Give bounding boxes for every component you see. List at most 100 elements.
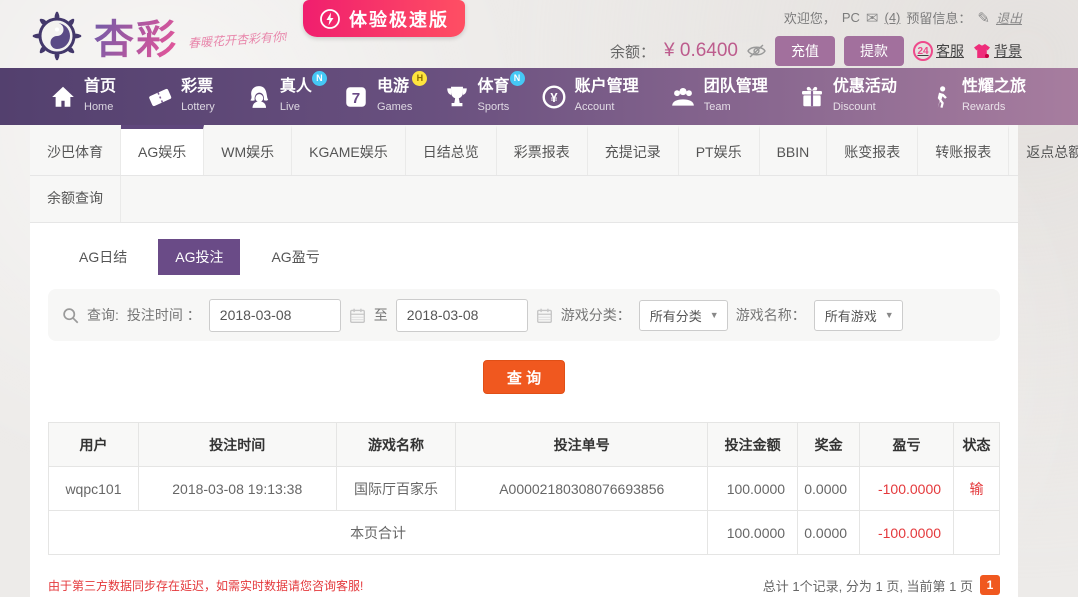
page-header: 杏彩 春暖花开杏彩有你! 体验极速版 欢迎您， PC ✉ (4) 预留信息： ✎… bbox=[0, 0, 1078, 68]
live-dealer-icon bbox=[250, 85, 269, 108]
subtab-ag-profit[interactable]: AG盈亏 bbox=[254, 239, 336, 275]
speed-version-ribbon[interactable]: 体验极速版 bbox=[303, 0, 465, 37]
bet-report-table: 用户 投注时间 游戏名称 投注单号 投注金额 奖金 盈亏 状态 wqpc101 … bbox=[47, 422, 1000, 555]
tab-wm-entertainment[interactable]: WM娱乐 bbox=[204, 125, 293, 175]
nav-item-home[interactable]: 首页 Home bbox=[50, 78, 116, 115]
nav-item-team[interactable]: 团队管理 Team bbox=[670, 78, 768, 115]
logout-link[interactable]: 退出 bbox=[996, 8, 1022, 27]
tab-pt-entertainment[interactable]: PT娱乐 bbox=[679, 125, 760, 175]
welcome-text: 欢迎您， bbox=[783, 11, 836, 26]
welcome-bar: 欢迎您， PC ✉ (4) 预留信息： ✎ 退出 bbox=[610, 8, 1022, 27]
ag-subtabs: AG日结 AG投注 AG盈亏 bbox=[62, 239, 1018, 275]
report-tabs-row1: 沙巴体育 AG娱乐 WM娱乐 KGAME娱乐 日结总览 彩票报表 充提记录 PT… bbox=[30, 125, 1078, 176]
date-to-input[interactable] bbox=[395, 298, 528, 332]
delay-notice: 由于第三方数据同步存在延迟，如需实时数据请您咨询客服! bbox=[48, 578, 364, 593]
nav-label: 首页 bbox=[84, 78, 117, 96]
svg-text:7: 7 bbox=[352, 89, 360, 106]
col-status: 状态 bbox=[953, 422, 1000, 467]
nav-item-lottery[interactable]: 彩票 Lottery bbox=[147, 78, 215, 115]
table-row: wqpc101 2018-03-08 19:13:38 国际厅百家乐 A0000… bbox=[48, 466, 1000, 511]
nav-item-live[interactable]: 真人 N Live bbox=[246, 71, 327, 115]
cell-status: 输 bbox=[953, 466, 1000, 511]
subtab-ag-bets[interactable]: AG投注 bbox=[158, 239, 241, 275]
nav-label: 真人 bbox=[279, 78, 312, 96]
eye-off-icon[interactable] bbox=[747, 44, 766, 58]
table-total-row: 本页合计 100.0000 0.0000 -100.0000 bbox=[47, 510, 1000, 555]
col-bet-amount: 投注金额 bbox=[707, 422, 799, 467]
chevron-down-icon: ▼ bbox=[709, 310, 719, 320]
edit-icon[interactable]: ✎ bbox=[977, 9, 990, 27]
table-footer: 由于第三方数据同步存在延迟，如需实时数据请您咨询客服! 总计 1个记录, 分为 … bbox=[48, 575, 1000, 595]
cell-user: wqpc101 bbox=[48, 466, 139, 511]
pagination: 总计 1个记录, 分为 1 页, 当前第 1 页 1 bbox=[763, 575, 1000, 595]
tab-daily-overview[interactable]: 日结总览 bbox=[406, 125, 497, 175]
calendar-icon[interactable] bbox=[349, 307, 366, 324]
recharge-button[interactable]: 充值 bbox=[775, 36, 835, 66]
background-link[interactable]: 背景 bbox=[973, 41, 1022, 61]
date-from-input[interactable] bbox=[208, 298, 341, 332]
col-order-number: 投注单号 bbox=[455, 422, 709, 467]
content-panel: 沙巴体育 AG娱乐 WM娱乐 KGAME娱乐 日结总览 彩票报表 充提记录 PT… bbox=[30, 125, 1078, 597]
tab-deposit-record[interactable]: 充提记录 bbox=[588, 125, 679, 175]
game-name-select[interactable]: 所有游戏 ▼ bbox=[813, 299, 903, 331]
nav-item-discount[interactable]: 优惠活动 Discount bbox=[799, 78, 897, 115]
tab-rebate-total[interactable]: 返点总额 bbox=[1009, 125, 1078, 175]
tab-lottery-report[interactable]: 彩票报表 bbox=[497, 125, 588, 175]
search-bar: 查询: 投注时间 ： 至 游戏分类： 所有分类 ▼ 游戏名称： 所有游戏 ▼ bbox=[48, 289, 1000, 341]
search-icon bbox=[63, 307, 79, 323]
team-icon bbox=[671, 87, 694, 106]
mail-count-link[interactable]: (4) bbox=[885, 10, 901, 25]
tab-balance-query[interactable]: 余额查询 bbox=[30, 176, 121, 222]
game-category-select[interactable]: 所有分类 ▼ bbox=[638, 299, 728, 331]
lottery-ticket-icon bbox=[149, 88, 172, 106]
page-1-button[interactable]: 1 bbox=[980, 575, 1000, 595]
nav-item-sports[interactable]: 体育 N Sports bbox=[444, 71, 525, 115]
bet-time-label: 投注时间 ： bbox=[126, 307, 201, 323]
col-user: 用户 bbox=[48, 422, 139, 467]
col-bet-time: 投注时间 bbox=[137, 422, 337, 467]
service-24-icon: 24 bbox=[913, 41, 933, 61]
pagination-summary: 总计 1个记录, 分为 1 页, 当前第 1 页 bbox=[762, 578, 973, 594]
cell-bet-time: 2018-03-08 19:13:38 bbox=[137, 466, 337, 511]
ribbon-label: 体验极速版 bbox=[349, 9, 449, 30]
nav-label: 账户管理 bbox=[574, 78, 639, 96]
mail-icon[interactable]: ✉ bbox=[866, 9, 879, 27]
service-label: 客服 bbox=[936, 43, 964, 59]
tab-bbin[interactable]: BBIN bbox=[760, 125, 828, 175]
tab-ag-entertainment[interactable]: AG娱乐 bbox=[121, 125, 205, 175]
col-game-name: 游戏名称 bbox=[335, 422, 457, 467]
yuan-coin-icon: ¥ bbox=[542, 85, 566, 108]
col-profit: 盈亏 bbox=[859, 422, 955, 467]
brand-tagline: 春暖花开杏彩有你! bbox=[187, 29, 288, 50]
brand-name: 杏彩 bbox=[94, 7, 178, 65]
nav-item-games[interactable]: 7 电游 H Games bbox=[343, 71, 428, 115]
lotus-swirl-logo bbox=[32, 11, 82, 61]
tab-account-change-report[interactable]: 账变报表 bbox=[827, 125, 919, 175]
withdraw-button[interactable]: 提款 bbox=[844, 36, 904, 66]
total-bet-amount: 100.0000 bbox=[707, 510, 799, 555]
tab-transfer-report[interactable]: 转账报表 bbox=[918, 125, 1010, 175]
service-link[interactable]: 24 客服 bbox=[913, 41, 964, 61]
calendar-icon[interactable] bbox=[536, 307, 553, 324]
query-button[interactable]: 查 询 bbox=[483, 360, 565, 394]
svg-text:¥: ¥ bbox=[550, 89, 558, 104]
nav-label: 体育 bbox=[477, 78, 510, 96]
nav-item-rewards[interactable]: 性耀之旅 Rewards bbox=[928, 78, 1026, 115]
total-profit: -100.0000 bbox=[859, 510, 955, 555]
nav-label: 优惠活动 bbox=[832, 78, 897, 96]
cell-game-name: 国际厅百家乐 bbox=[335, 466, 457, 511]
subtab-ag-daily[interactable]: AG日结 bbox=[62, 239, 144, 275]
game-category-label: 游戏分类： bbox=[560, 307, 631, 323]
total-label: 本页合计 bbox=[47, 510, 709, 555]
tab-kgame[interactable]: KGAME娱乐 bbox=[292, 125, 406, 175]
hot-badge: H bbox=[412, 71, 428, 87]
nav-item-account[interactable]: ¥ 账户管理 Account bbox=[541, 78, 639, 115]
cell-bet-amount: 100.0000 bbox=[707, 466, 799, 511]
tab-shaba-sports[interactable]: 沙巴体育 bbox=[30, 125, 121, 175]
total-status-empty bbox=[953, 510, 1000, 555]
new-badge: N bbox=[311, 71, 327, 87]
query-label: 查询: bbox=[87, 307, 119, 323]
brand-logo[interactable]: 杏彩 春暖花开杏彩有你! bbox=[30, 7, 288, 65]
total-prize: 0.0000 bbox=[797, 510, 861, 555]
new-badge: N bbox=[509, 71, 525, 87]
